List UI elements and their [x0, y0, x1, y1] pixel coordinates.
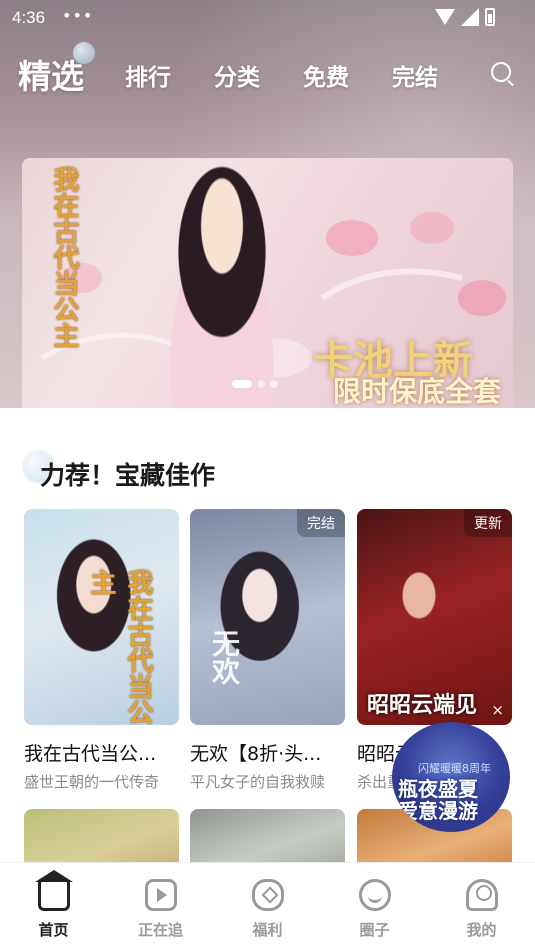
tab-completed[interactable]: 完结	[392, 58, 438, 92]
tab-label: 福利	[252, 921, 283, 939]
banner-dot	[257, 380, 265, 388]
tab-label: 圈子	[359, 921, 390, 939]
close-icon[interactable]: ×	[491, 701, 504, 719]
signal-icon	[461, 8, 479, 26]
tab-home[interactable]: 首页	[0, 863, 107, 951]
comic-title[interactable]: 无欢【8折·头...	[190, 739, 345, 766]
tab-label: 正在追	[137, 921, 183, 939]
bottom-tab-bar: 首页 正在追 福利 圈子 我的	[0, 862, 535, 951]
banner-carousel[interactable]: 我在古代当公主 卡池上新 限时保底全套	[22, 158, 513, 408]
status-time: 4:36	[12, 8, 46, 27]
cover-title-text: 昭昭云端见	[367, 693, 478, 718]
tab-community[interactable]: 圈子	[321, 863, 428, 951]
decorative-bubble	[73, 42, 95, 64]
banner-dot	[232, 380, 252, 388]
search-icon[interactable]	[491, 62, 511, 82]
tab-free[interactable]: 免费	[303, 58, 349, 92]
ad-text-line: 爱意漫游	[398, 799, 478, 823]
comic-cover[interactable]: 更新 昭昭云端见 ×	[357, 509, 512, 725]
wifi-icon	[435, 9, 455, 25]
user-icon	[466, 879, 498, 911]
home-icon	[35, 870, 73, 911]
tab-category[interactable]: 分类	[214, 58, 260, 92]
battery-icon	[485, 8, 495, 26]
banner-dot	[270, 380, 278, 388]
cover-title-text: 无欢	[208, 629, 241, 685]
status-badge: 更新	[464, 509, 512, 537]
comic-description: 盛世王朝的一代传奇	[24, 773, 160, 791]
ad-text-line: 瓶夜盛夏	[398, 777, 478, 801]
circle-icon	[359, 879, 391, 911]
comic-cover[interactable]	[190, 809, 345, 869]
ad-small-text: 闪耀暖暖8周年	[418, 762, 491, 775]
tab-label: 首页	[38, 921, 69, 939]
tab-welfare[interactable]: 福利	[214, 863, 321, 951]
banner-subtitle: 限时保底全套	[332, 375, 501, 408]
comic-description: 平凡女子的自我救赎	[190, 773, 326, 791]
play-icon	[145, 879, 177, 911]
floating-ad-badge[interactable]: 闪耀暖暖8周年 瓶夜盛夏 爱意漫游	[392, 722, 510, 832]
status-icons	[435, 8, 495, 26]
status-badge: 完结	[297, 509, 345, 537]
comic-cover[interactable]	[24, 809, 179, 869]
comic-cover[interactable]: 无欢 完结	[190, 509, 345, 725]
comic-title[interactable]: 我在古代当公...	[24, 739, 179, 766]
comic-cover[interactable]: 我在古代当公主	[24, 509, 179, 725]
tab-following[interactable]: 正在追	[107, 863, 214, 951]
tab-label: 我的	[466, 921, 497, 939]
tab-profile[interactable]: 我的	[428, 863, 535, 951]
tab-ranking[interactable]: 排行	[125, 58, 171, 92]
section-title: 力荐！宝藏佳作	[40, 461, 216, 490]
banner-character	[142, 158, 302, 408]
banner-comic-title: 我在古代当公主	[49, 166, 79, 348]
status-dots: •••	[62, 6, 94, 25]
cover-title-text: 我在古代当公主	[86, 569, 153, 725]
gift-icon	[252, 879, 284, 911]
banner-pagination	[232, 380, 278, 388]
ad-text: 瓶夜盛夏 爱意漫游	[398, 778, 478, 822]
top-nav: 精选 排行 分类 免费 完结	[0, 42, 535, 98]
status-bar: 4:36 •••	[0, 0, 535, 36]
